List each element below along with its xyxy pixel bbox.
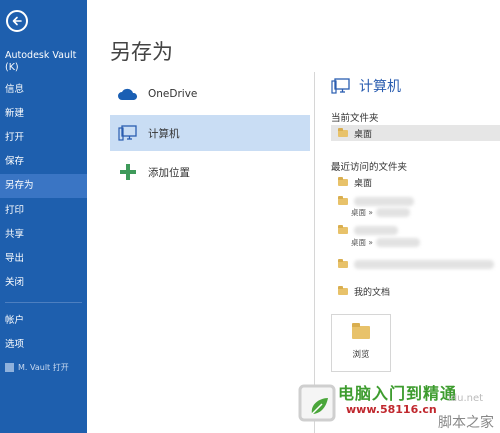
blurred-folder-name xyxy=(354,196,414,206)
folder-icon xyxy=(338,285,348,295)
app-name: Autodesk Vault (K) xyxy=(5,50,77,73)
folder-path: 桌面 » xyxy=(351,207,410,218)
place-label: 计算机 xyxy=(148,127,180,140)
watermark-logo xyxy=(298,384,336,422)
folder-name: 桌面 xyxy=(354,178,373,189)
recent-folder-item[interactable] xyxy=(331,222,500,238)
folder-icon xyxy=(338,127,348,137)
watermark-site: 脚本之家 xyxy=(438,415,494,431)
backstage-sidebar: Autodesk Vault (K) 信息 新建 打开 保存 另存为 打印 共享… xyxy=(0,0,87,433)
location-header: 计算机 xyxy=(331,76,401,96)
nav-close[interactable]: 关闭 xyxy=(0,271,87,295)
blurred-path xyxy=(375,208,410,217)
nav-print[interactable]: 打印 xyxy=(0,199,87,223)
place-add-location[interactable]: 添加位置 xyxy=(110,154,310,190)
watermark-faint-text: idu.net xyxy=(448,393,484,404)
browse-button[interactable]: 浏览 xyxy=(331,314,391,372)
place-label: 添加位置 xyxy=(148,166,190,179)
nav-divider xyxy=(5,302,82,303)
folder-icon xyxy=(338,176,348,186)
folder-name: 桌面 xyxy=(354,129,373,140)
cloud-icon xyxy=(110,87,146,101)
page-title: 另存为 xyxy=(110,40,173,64)
nav-share[interactable]: 共享 xyxy=(0,223,87,247)
computer-icon xyxy=(331,77,351,95)
recent-folder-item[interactable]: 我的文档 xyxy=(331,283,500,299)
back-button[interactable] xyxy=(6,10,28,32)
folder-icon xyxy=(338,224,348,234)
nav-save-as[interactable]: 另存为 xyxy=(0,174,87,198)
plus-icon xyxy=(110,163,146,181)
recent-folder-item[interactable]: 桌面 xyxy=(331,174,500,190)
location-title: 计算机 xyxy=(359,79,401,95)
blurred-path xyxy=(375,238,420,247)
blurred-folder-name xyxy=(354,259,494,269)
folder-name: 我的文档 xyxy=(354,287,391,298)
current-folder-heading: 当前文件夹 xyxy=(331,113,379,124)
folder-path: 桌面 » xyxy=(351,237,420,248)
watermark-url: www.58116.cn xyxy=(346,403,437,416)
blurred-folder-name xyxy=(354,225,398,235)
current-folder-item[interactable]: 桌面 xyxy=(331,125,500,141)
place-onedrive[interactable]: OneDrive xyxy=(110,76,310,112)
nav-new[interactable]: 新建 xyxy=(0,102,87,126)
place-computer[interactable]: 计算机 xyxy=(110,115,310,151)
nav-export[interactable]: 导出 xyxy=(0,247,87,271)
back-arrow-icon xyxy=(12,16,22,26)
recent-folder-item[interactable] xyxy=(331,256,500,272)
place-label: OneDrive xyxy=(148,88,198,100)
nav-open[interactable]: 打开 xyxy=(0,126,87,150)
nav-info[interactable]: 信息 xyxy=(0,78,87,102)
recent-folders-heading: 最近访问的文件夹 xyxy=(331,162,408,173)
nav-account[interactable]: 帐户 xyxy=(0,309,87,333)
computer-icon xyxy=(110,124,146,142)
folder-icon xyxy=(338,195,348,205)
vault-icon xyxy=(5,363,14,372)
browse-label: 浏览 xyxy=(352,350,370,360)
column-divider xyxy=(314,72,315,433)
vault-label: M. Vault 打开 xyxy=(18,363,69,372)
watermark-title: 电脑入门到精通 xyxy=(338,384,458,403)
nav-options[interactable]: 选项 xyxy=(0,333,87,357)
nav-save[interactable]: 保存 xyxy=(0,150,87,174)
folder-icon xyxy=(352,323,370,339)
folder-icon xyxy=(338,258,348,268)
nav-vault-open[interactable]: M. Vault 打开 xyxy=(5,362,69,373)
